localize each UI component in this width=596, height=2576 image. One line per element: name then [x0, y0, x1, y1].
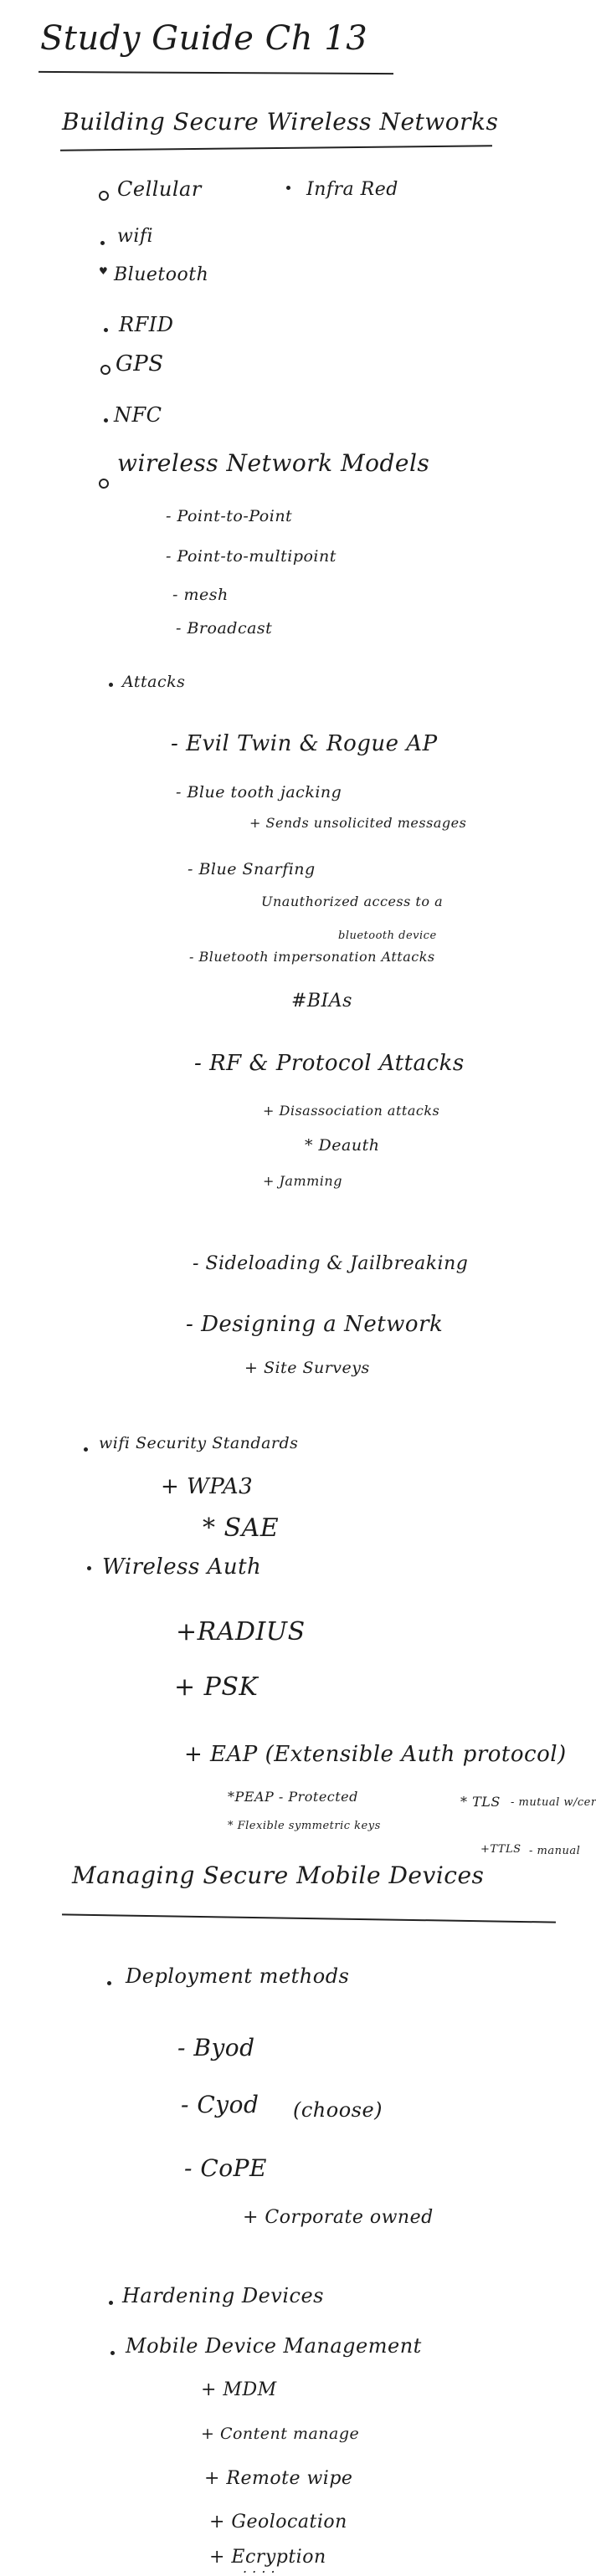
- attack-note: + Site Surveys: [244, 1359, 370, 1377]
- list-bullet: [286, 186, 290, 190]
- attack-item: - Bluetooth impersonation Attacks: [189, 949, 435, 965]
- list-bullet: [100, 365, 110, 375]
- section-underline-wireless: [60, 145, 492, 151]
- attack-item: - Designing a Network: [186, 1312, 444, 1337]
- attack-item: - Blue tooth jacking: [176, 783, 342, 801]
- list-item: GPS: [116, 351, 164, 376]
- section-heading-wireless: Building Secure Wireless Networks: [62, 108, 499, 136]
- security-item: + WPA3: [161, 1474, 254, 1499]
- section-heading-mobile: Managing Secure Mobile Devices: [72, 1862, 485, 1889]
- list-item: wifi: [117, 226, 154, 247]
- list-bullet: [109, 2301, 113, 2305]
- mdm-item: + Remote wipe: [204, 2468, 353, 2489]
- list-item: RFID: [119, 313, 174, 336]
- wireless-auth-heading: Wireless Auth: [102, 1554, 262, 1580]
- security-item: * SAE: [203, 1513, 280, 1543]
- mdm-item: + Geolocation: [209, 2512, 347, 2532]
- list-bullet: [107, 1981, 111, 1985]
- deployment-note: (choose): [293, 2098, 383, 2122]
- model-item: - Point-to-Point: [166, 507, 293, 525]
- list-item: Bluetooth: [114, 264, 209, 285]
- title-underline: [38, 70, 394, 75]
- deployment-item: - Byod: [177, 2034, 255, 2061]
- attack-note: * Deauth: [305, 1136, 380, 1155]
- auth-note: +TTLS: [480, 1843, 522, 1856]
- auth-note: *PEAP - Protected: [228, 1789, 358, 1805]
- model-item: - Point-to-multipoint: [166, 547, 337, 566]
- page-title: Study Guide Ch 13: [40, 19, 368, 58]
- attack-item: - Evil Twin & Rogue AP: [171, 731, 438, 756]
- attacks-heading: Attacks: [122, 673, 186, 691]
- hardening-heading: Hardening Devices: [122, 2284, 324, 2307]
- attack-note: + Jamming: [263, 1173, 342, 1189]
- list-bullet: [99, 191, 109, 201]
- attack-note: #BIAs: [291, 991, 352, 1011]
- attack-note: Unauthorized access to a: [261, 894, 444, 909]
- section-underline-mobile: [62, 1913, 556, 1923]
- auth-item: + EAP (Extensible Auth protocol): [184, 1742, 567, 1767]
- model-item: - Broadcast: [176, 619, 273, 638]
- continuation-dots: . . . .: [243, 2560, 276, 2576]
- models-heading: wireless Network Models: [117, 449, 430, 477]
- deployment-note: + Corporate owned: [243, 2207, 434, 2228]
- deployment-heading: Deployment methods: [126, 1964, 350, 1988]
- list-item: NFC: [114, 403, 162, 427]
- list-bullet: [99, 479, 109, 489]
- auth-note: * Flexible symmetric keys: [228, 1820, 381, 1832]
- attack-note: bluetooth device: [338, 930, 437, 942]
- auth-note: * TLS: [460, 1794, 501, 1810]
- auth-note: - manual: [529, 1845, 581, 1857]
- list-bullet: [104, 418, 108, 423]
- attack-note: + Disassociation attacks: [263, 1103, 440, 1119]
- mdm-item: + Content manage: [201, 2425, 360, 2443]
- security-standards-heading: wifi Security Standards: [99, 1434, 299, 1452]
- heart-bullet-icon: ♥: [99, 265, 108, 277]
- list-bullet: [87, 1566, 91, 1570]
- auth-item: +RADIUS: [176, 1617, 306, 1646]
- auth-note: - mutual w/cert: [511, 1796, 596, 1809]
- mdm-heading: Mobile Device Management: [126, 2334, 422, 2358]
- attack-item: - Blue Snarfing: [188, 860, 316, 878]
- auth-item: + PSK: [174, 1672, 259, 1702]
- list-item: Cellular: [117, 177, 202, 201]
- deployment-item: - Cyod: [181, 2091, 259, 2118]
- list-bullet: [84, 1447, 88, 1452]
- deployment-item: - CoPE: [184, 2154, 267, 2182]
- list-bullet: [104, 328, 108, 332]
- attack-item: - Sideloading & Jailbreaking: [193, 1253, 469, 1274]
- list-bullet: [100, 241, 105, 245]
- notebook-page: Study Guide Ch 13 Building Secure Wirele…: [0, 0, 596, 2575]
- list-item: Infra Red: [306, 179, 398, 200]
- attack-item: - RF & Protocol Attacks: [194, 1051, 465, 1076]
- mdm-item: + MDM: [201, 2379, 277, 2400]
- model-item: - mesh: [172, 586, 229, 604]
- attack-note: + Sends unsolicited messages: [249, 815, 467, 831]
- list-bullet: [109, 683, 113, 687]
- list-bullet: [110, 2351, 115, 2355]
